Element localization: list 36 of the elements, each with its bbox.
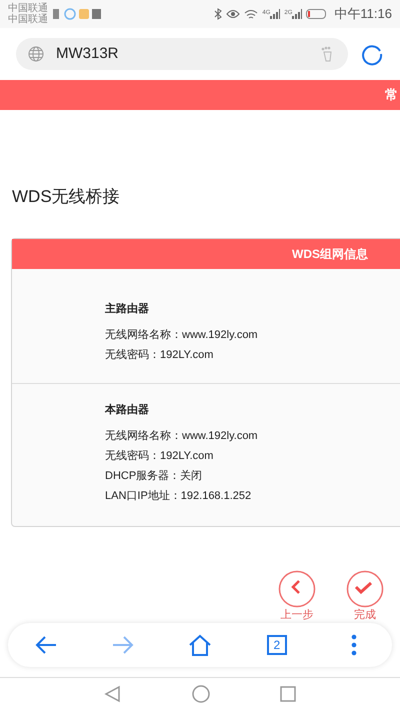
banner-text: 常: [385, 86, 399, 104]
battery-icon: [306, 9, 326, 19]
action-label: 完成: [354, 608, 376, 620]
right-arrow-icon: [111, 634, 136, 654]
address-field[interactable]: MW313R: [16, 38, 348, 70]
home-icon: [188, 634, 212, 656]
section-title: 主路由器: [105, 302, 150, 316]
eye-icon: [226, 9, 240, 19]
card-header-text: WDS组网信息: [292, 246, 368, 262]
previous-button[interactable]: [278, 570, 316, 608]
nav-back-icon[interactable]: [104, 685, 122, 704]
info-line: 无线密码：192LY.com: [105, 450, 214, 462]
nav-home-icon[interactable]: [192, 685, 210, 704]
info-line: 无线网络名称：www.192ly.com: [105, 329, 259, 341]
wifi-icon: [244, 8, 258, 20]
globe-icon: [28, 46, 44, 62]
more-icon: [350, 634, 357, 656]
carrier-name: 中国联通: [8, 14, 48, 25]
clock: 中午11:16: [334, 5, 392, 24]
info-line: 无线密码：192LY.com: [105, 349, 214, 361]
section-title: 本路由器: [105, 402, 150, 418]
tabs-button[interactable]: 2: [256, 624, 297, 664]
info-line: 无线网络名称：www.192ly.com: [105, 430, 259, 442]
left-arrow-icon: [34, 634, 58, 654]
signal-icon: [292, 9, 302, 19]
bluetooth-icon: [214, 8, 222, 20]
info-line: LAN口IP地址：192.168.1.252: [105, 490, 252, 502]
nav-recent-icon[interactable]: [280, 686, 296, 702]
url-text: MW313R: [56, 44, 120, 64]
notification-icons: [52, 7, 102, 21]
page-title: WDS无线桥接: [11, 186, 121, 208]
action-label: 上一步: [280, 608, 314, 620]
finish-button[interactable]: [346, 570, 384, 608]
info-line: DHCP服务器：关闭: [105, 470, 204, 482]
carrier-name: 中国联通: [8, 3, 48, 14]
signal-icon: [270, 9, 280, 19]
